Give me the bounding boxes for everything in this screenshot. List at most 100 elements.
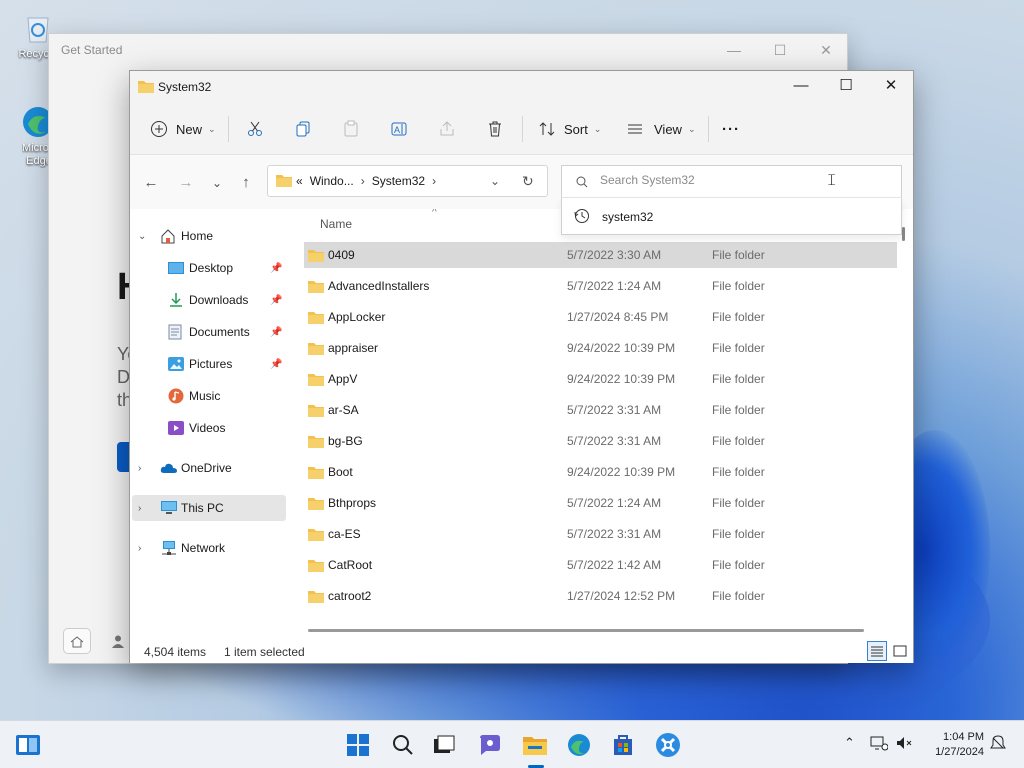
horizontal-scrollbar[interactable] bbox=[308, 629, 864, 632]
new-button[interactable]: New ⌄ bbox=[150, 115, 216, 143]
settings-app-icon[interactable] bbox=[654, 731, 682, 759]
file-type: File folder bbox=[712, 434, 765, 448]
sidebar-item-videos[interactable]: Videos bbox=[130, 415, 290, 441]
up-arrow-icon[interactable]: ↑ bbox=[235, 173, 257, 193]
network-status-icon[interactable] bbox=[870, 735, 889, 754]
tiles-view-button[interactable] bbox=[890, 641, 910, 661]
recent-locations-chevron-icon[interactable]: ⌄ bbox=[206, 173, 228, 193]
sidebar-item-home[interactable]: ⌄ Home bbox=[130, 223, 290, 249]
sidebar-item-downloads[interactable]: Downloads 📌 bbox=[130, 287, 290, 313]
address-dropdown-icon[interactable]: ⌄ bbox=[490, 174, 500, 188]
close-button[interactable]: ✕ bbox=[803, 38, 849, 62]
sidebar-item-onedrive[interactable]: › OneDrive bbox=[130, 455, 290, 481]
search-input[interactable] bbox=[600, 173, 850, 187]
task-view-icon[interactable] bbox=[430, 731, 458, 759]
folder-icon bbox=[308, 591, 324, 603]
sidebar-item-this-pc[interactable]: › This PC bbox=[132, 495, 286, 521]
maximize-button[interactable]: ☐ bbox=[823, 71, 869, 101]
rename-button[interactable]: A bbox=[390, 115, 408, 143]
table-row[interactable]: Boot 9/24/2022 10:39 PM File folder bbox=[304, 459, 897, 485]
file-type: File folder bbox=[712, 527, 765, 541]
table-row[interactable]: AppLocker 1/27/2024 8:45 PM File folder bbox=[304, 304, 897, 330]
chevron-down-icon[interactable]: ⌄ bbox=[138, 231, 146, 242]
pin-icon[interactable]: 📌 bbox=[270, 295, 282, 306]
clock[interactable]: 1:04 PM 1/27/2024 bbox=[922, 730, 984, 760]
file-explorer-window[interactable]: System32 — ☐ ✕ New ⌄ A Sort ⌄ View ⌄ ···… bbox=[129, 70, 914, 663]
chevron-right-icon[interactable]: › bbox=[138, 543, 141, 554]
search-box[interactable]: 𝙸 bbox=[561, 165, 902, 198]
file-date-modified: 5/7/2022 1:24 AM bbox=[567, 496, 662, 510]
table-row[interactable]: catroot2 1/27/2024 12:52 PM File folder bbox=[304, 583, 897, 609]
search-suggestion-item[interactable]: system32 bbox=[602, 210, 653, 224]
file-explorer-taskbar-icon[interactable] bbox=[521, 731, 549, 759]
search-icon[interactable] bbox=[389, 731, 417, 759]
user-icon[interactable] bbox=[111, 634, 125, 651]
minimize-button[interactable]: — bbox=[711, 38, 757, 62]
breadcrumb-overflow[interactable]: « bbox=[296, 174, 303, 188]
home-icon bbox=[161, 229, 175, 244]
copy-button[interactable] bbox=[294, 115, 312, 143]
share-button[interactable] bbox=[438, 115, 456, 143]
chevron-down-icon: ⌄ bbox=[208, 123, 216, 134]
chevron-right-icon[interactable]: › bbox=[361, 174, 365, 188]
table-row[interactable]: appraiser 9/24/2022 10:39 PM File folder bbox=[304, 335, 897, 361]
minimize-button[interactable]: — bbox=[778, 71, 824, 101]
maximize-button[interactable]: ☐ bbox=[757, 38, 803, 62]
store-icon[interactable] bbox=[609, 731, 637, 759]
table-row[interactable]: AppV 9/24/2022 10:39 PM File folder bbox=[304, 366, 897, 392]
toolbar-divider bbox=[522, 116, 523, 142]
downloads-icon bbox=[170, 293, 182, 307]
cut-button[interactable] bbox=[246, 115, 264, 143]
pin-icon[interactable]: 📌 bbox=[270, 327, 282, 338]
chevron-right-icon[interactable]: › bbox=[432, 174, 436, 188]
sidebar-item-network[interactable]: › Network bbox=[130, 535, 290, 561]
file-name: catroot2 bbox=[328, 589, 372, 603]
sort-button[interactable]: Sort ⌄ bbox=[538, 115, 601, 143]
notifications-icon[interactable] bbox=[990, 735, 1006, 754]
volume-muted-icon[interactable] bbox=[895, 735, 913, 754]
table-row[interactable]: ar-SA 5/7/2022 3:31 AM File folder bbox=[304, 397, 897, 423]
breadcrumb-item[interactable]: System32 bbox=[372, 174, 425, 188]
details-view-button[interactable] bbox=[867, 641, 887, 661]
window-title: System32 bbox=[158, 80, 212, 94]
history-icon bbox=[574, 209, 589, 223]
chat-icon[interactable] bbox=[476, 731, 504, 759]
paste-button[interactable] bbox=[342, 115, 360, 143]
table-row[interactable]: ca-ES 5/7/2022 3:31 AM File folder bbox=[304, 521, 897, 547]
sidebar-item-desktop[interactable]: Desktop 📌 bbox=[130, 255, 290, 281]
table-row[interactable]: AdvancedInstallers 5/7/2022 1:24 AM File f… bbox=[304, 273, 897, 299]
close-button[interactable]: ✕ bbox=[868, 71, 914, 101]
column-header-name[interactable]: Name bbox=[320, 217, 352, 231]
chevron-right-icon[interactable]: › bbox=[138, 503, 141, 514]
table-row[interactable]: CatRoot 5/7/2022 1:42 AM File folder bbox=[304, 552, 897, 578]
edge-icon[interactable] bbox=[565, 731, 593, 759]
pin-icon[interactable]: 📌 bbox=[270, 359, 282, 370]
sidebar-item-pictures[interactable]: Pictures 📌 bbox=[130, 351, 290, 377]
table-row[interactable]: 0409 5/7/2022 3:30 AM File folder bbox=[304, 242, 897, 268]
show-hidden-icons-chevron-icon[interactable]: ⌃ bbox=[844, 735, 855, 751]
file-type: File folder bbox=[712, 558, 765, 572]
address-bar[interactable]: « Windo... › System32 › ⌄ ↻ bbox=[267, 165, 548, 197]
pin-icon[interactable]: 📌 bbox=[270, 263, 282, 274]
chevron-right-icon[interactable]: › bbox=[138, 463, 141, 474]
table-row[interactable]: Bthprops 5/7/2022 1:24 AM File folder bbox=[304, 490, 897, 516]
search-icon bbox=[576, 176, 588, 188]
more-options-button[interactable]: ··· bbox=[722, 115, 740, 143]
search-suggestion-dropdown[interactable]: system32 bbox=[561, 198, 902, 235]
vertical-scrollbar[interactable] bbox=[902, 227, 905, 241]
breadcrumb-item[interactable]: Windo... bbox=[310, 174, 354, 188]
file-list: Name ^ 0409 5/7/2022 3:30 AM File folder Ad… bbox=[290, 209, 898, 629]
forward-arrow-icon[interactable]: → bbox=[175, 173, 197, 193]
home-button[interactable] bbox=[63, 628, 91, 654]
table-row[interactable]: bg-BG 5/7/2022 3:31 AM File folder bbox=[304, 428, 897, 454]
widgets-icon[interactable] bbox=[14, 731, 42, 759]
start-icon[interactable] bbox=[344, 731, 372, 759]
sidebar-item-documents[interactable]: Documents 📌 bbox=[130, 319, 290, 345]
sidebar-item-music[interactable]: Music bbox=[130, 383, 290, 409]
back-arrow-icon[interactable]: ← bbox=[140, 173, 162, 193]
delete-button[interactable] bbox=[486, 115, 504, 143]
view-button[interactable]: View ⌄ bbox=[626, 115, 696, 143]
sidebar-item-label: Documents bbox=[189, 325, 250, 339]
title-bar[interactable]: System32 — ☐ ✕ bbox=[130, 71, 913, 103]
refresh-icon[interactable]: ↻ bbox=[522, 173, 534, 190]
